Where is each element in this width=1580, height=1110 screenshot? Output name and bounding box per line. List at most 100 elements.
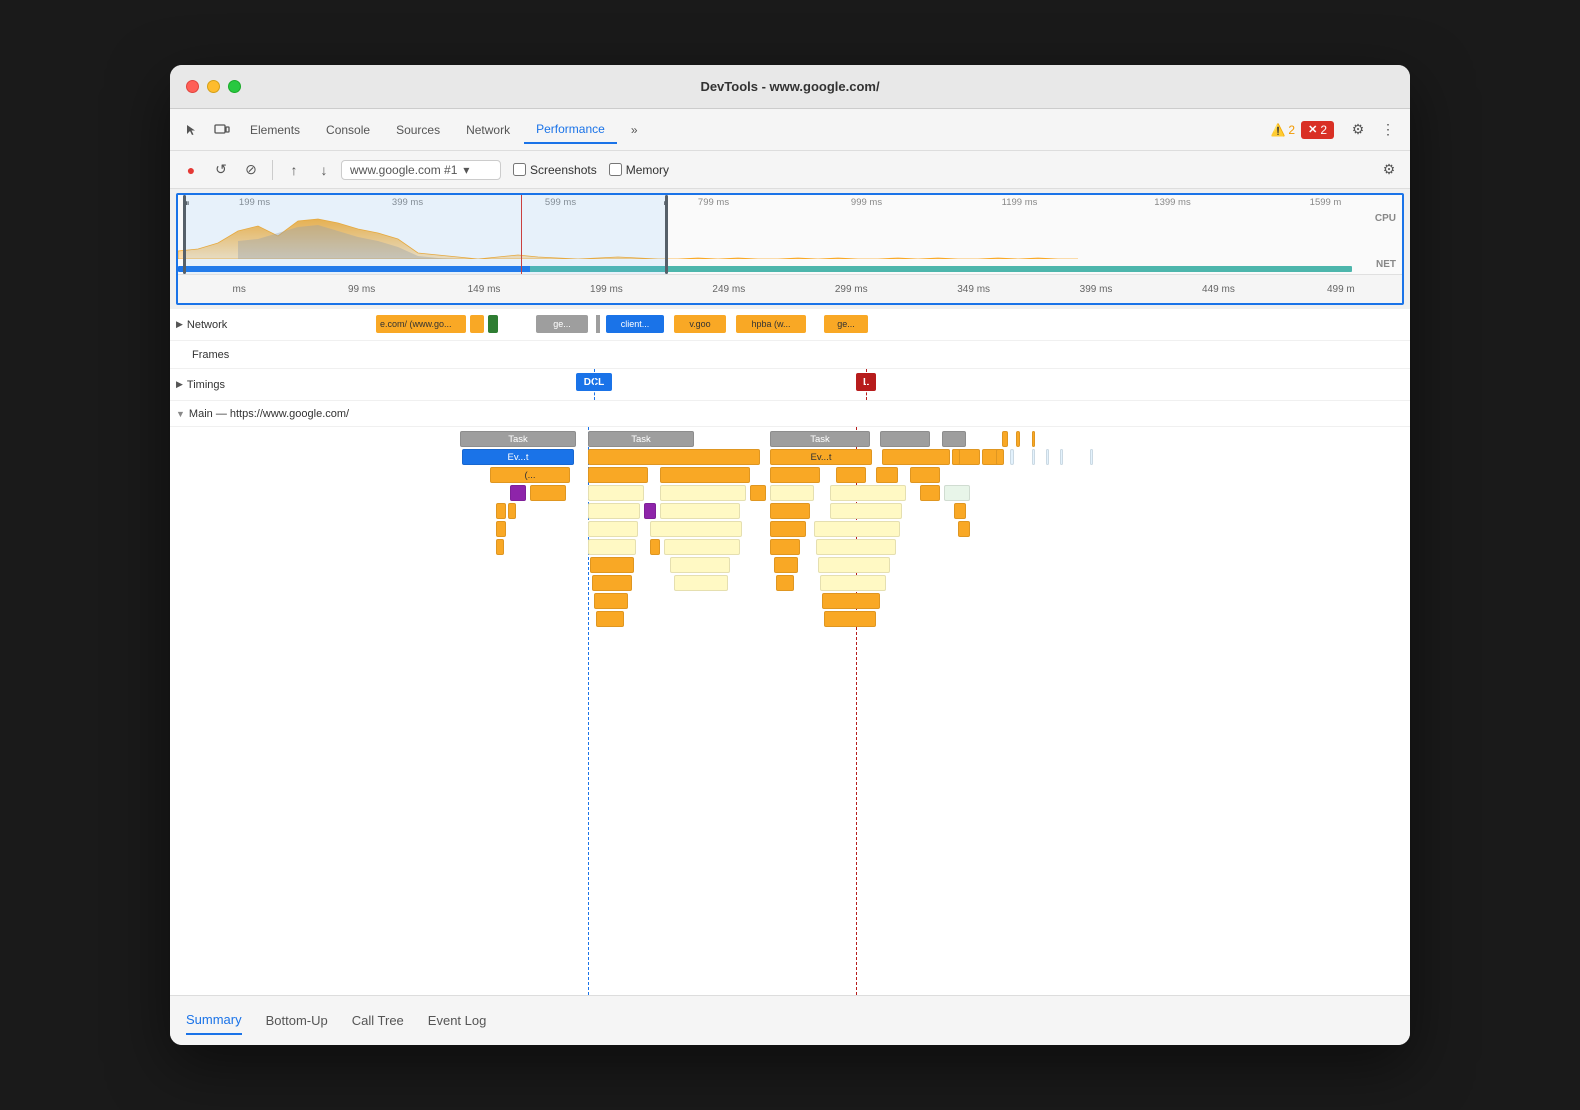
- memory-group: Memory: [609, 163, 669, 177]
- bottom-tab-bar: Summary Bottom-Up Call Tree Event Log: [170, 995, 1410, 1045]
- sub5-2: [588, 539, 636, 555]
- tab-network[interactable]: Network: [454, 117, 522, 143]
- rs-4: [1046, 449, 1049, 465]
- tab-call-tree[interactable]: Call Tree: [352, 1007, 404, 1034]
- task-1: Task: [460, 431, 576, 447]
- device-icon[interactable]: [208, 116, 236, 144]
- selection-left-handle[interactable]: ⏸: [183, 195, 186, 274]
- red-marker-overview: [521, 195, 523, 274]
- sub5-3: [650, 539, 660, 555]
- extra-3: [1016, 431, 1020, 447]
- tab-sources[interactable]: Sources: [384, 117, 452, 143]
- brule-3: 199 ms: [545, 284, 667, 295]
- main-triangle-icon[interactable]: ▼: [176, 409, 185, 419]
- reload-button[interactable]: ↺: [208, 157, 234, 183]
- bottom-ruler: ms 99 ms 149 ms 199 ms 249 ms 299 ms 349…: [178, 284, 1402, 295]
- ruler-5: 1199 ms: [943, 197, 1096, 208]
- frames-row: Frames: [170, 341, 1410, 369]
- rs-2: [1010, 449, 1014, 465]
- overview-ruler-top: 199 ms 399 ms 599 ms 799 ms 999 ms 1199 …: [178, 195, 1402, 211]
- clear-button[interactable]: ⊘: [238, 157, 264, 183]
- sub5-5: [770, 539, 800, 555]
- memory-checkbox[interactable]: [609, 163, 622, 176]
- sub4-6: [958, 521, 970, 537]
- sub2-9: [944, 485, 970, 501]
- cursor-icon[interactable]: [178, 116, 206, 144]
- sub3-5: [660, 503, 740, 519]
- brule-8: 449 ms: [1157, 284, 1279, 295]
- brule-2: 149 ms: [423, 284, 545, 295]
- sub2-2: [530, 485, 566, 501]
- sub3-6: [770, 503, 810, 519]
- download-button[interactable]: ↓: [311, 157, 337, 183]
- sub2-4: [660, 485, 746, 501]
- performance-toolbar: ● ↺ ⊘ ↑ ↓ www.google.com #1 ▾ Screenshot…: [170, 151, 1410, 189]
- close-button[interactable]: [186, 80, 199, 93]
- nb4: client...: [606, 315, 664, 333]
- overview-chart: 199 ms 399 ms 599 ms 799 ms 999 ms 1199 …: [178, 195, 1402, 275]
- brule-5: 299 ms: [790, 284, 912, 295]
- url-selector[interactable]: www.google.com #1 ▾: [341, 160, 501, 180]
- rs-1: [996, 449, 1004, 465]
- minimize-button[interactable]: [207, 80, 220, 93]
- network-triangle-icon[interactable]: ▶: [176, 319, 183, 330]
- tab-elements[interactable]: Elements: [238, 117, 312, 143]
- rs-5: [1060, 449, 1063, 465]
- nb1: [470, 315, 484, 333]
- sub9-2: [824, 611, 876, 627]
- sub2-8: [920, 485, 940, 501]
- sub3-3: [588, 503, 640, 519]
- evt-3: Ev...t: [770, 449, 872, 465]
- frames-label: Frames: [192, 349, 229, 361]
- nb3: ge...: [536, 315, 588, 333]
- maximize-button[interactable]: [228, 80, 241, 93]
- title-bar: DevTools - www.google.com/: [170, 65, 1410, 109]
- sub7-1: [592, 575, 632, 591]
- cpu-label: CPU: [1375, 213, 1396, 224]
- sub-1: (...: [490, 467, 570, 483]
- warning-badge: ⚠️ 2: [1270, 123, 1295, 137]
- timings-label: Timings: [187, 379, 225, 391]
- selection-right-handle[interactable]: ⏸: [665, 195, 668, 274]
- timings-triangle-icon[interactable]: ▶: [176, 379, 183, 390]
- sub4-1: [496, 521, 506, 537]
- extra-2: [1002, 431, 1008, 447]
- tab-summary[interactable]: Summary: [186, 1006, 242, 1035]
- upload-button[interactable]: ↑: [281, 157, 307, 183]
- ruler-0: 199 ms: [178, 197, 331, 208]
- ruler-2: 599 ms: [484, 197, 637, 208]
- record-button[interactable]: ●: [178, 157, 204, 183]
- devtools-window: DevTools - www.google.com/ Elements Cons…: [170, 65, 1410, 1045]
- more-icon[interactable]: ⋮: [1374, 116, 1402, 144]
- sub8-1: [594, 593, 628, 609]
- nb2: [488, 315, 498, 333]
- overview-container[interactable]: 199 ms 399 ms 599 ms 799 ms 999 ms 1199 …: [176, 193, 1404, 305]
- evt-2: [588, 449, 760, 465]
- tab-performance[interactable]: Performance: [524, 116, 617, 144]
- extra-1: [952, 449, 960, 465]
- screenshots-checkbox[interactable]: [513, 163, 526, 176]
- sub-5: [836, 467, 866, 483]
- settings-icon[interactable]: ⚙: [1344, 116, 1372, 144]
- sub-3: [660, 467, 750, 483]
- sub2-5: [750, 485, 766, 501]
- timeline-main: ▶ Network e.com/ (www.go... ge... client…: [170, 309, 1410, 995]
- sub-4: [770, 467, 820, 483]
- tab-console[interactable]: Console: [314, 117, 382, 143]
- brule-4: 249 ms: [668, 284, 790, 295]
- task-4: [880, 431, 930, 447]
- tab-more[interactable]: »: [619, 117, 650, 143]
- tab-bottom-up[interactable]: Bottom-Up: [266, 1007, 328, 1034]
- tab-event-log[interactable]: Event Log: [428, 1007, 487, 1034]
- sub2-1: [510, 485, 526, 501]
- ruler-3: 799 ms: [637, 197, 790, 208]
- nb7: ge...: [824, 315, 868, 333]
- sub2-3: [588, 485, 644, 501]
- flame-chart-area[interactable]: Task Task Task Ev...t Ev...t (...: [170, 427, 1410, 995]
- toolbar-settings-icon[interactable]: ⚙: [1376, 157, 1402, 183]
- nb5: v.goo: [674, 315, 726, 333]
- sub-6: [876, 467, 898, 483]
- sub2-7: [830, 485, 906, 501]
- network-row: ▶ Network e.com/ (www.go... ge... client…: [170, 309, 1410, 341]
- net-label: NET: [1376, 259, 1396, 270]
